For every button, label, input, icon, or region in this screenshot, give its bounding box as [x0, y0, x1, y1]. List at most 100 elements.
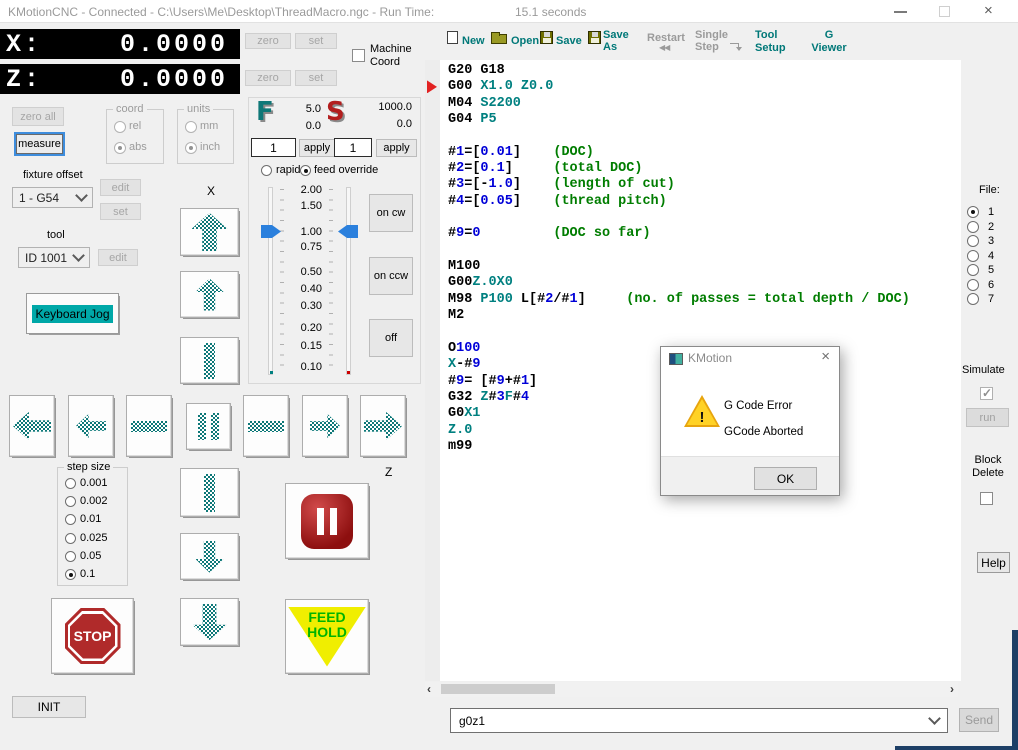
step-size-radio-01[interactable]: [65, 569, 76, 580]
jog-z-minus-fast-button[interactable]: [9, 395, 55, 457]
jog-x-minus-step-button[interactable]: [180, 468, 239, 517]
feed-slider-origin-dot: [270, 371, 273, 374]
left-arrow-icon: [76, 414, 106, 438]
jog-z-plus-button[interactable]: [302, 395, 348, 457]
set-z-button[interactable]: set: [295, 70, 337, 86]
step-size-radio-001[interactable]: [65, 514, 76, 525]
jog-z-minus-step-button[interactable]: [126, 395, 172, 457]
file-radio-3[interactable]: [967, 235, 979, 247]
step-size-radio-005[interactable]: [65, 551, 76, 562]
save-icon[interactable]: [540, 31, 553, 44]
chevron-down-icon: [75, 189, 88, 202]
dialog-close-icon[interactable]: ×: [821, 348, 830, 365]
spindle-on-ccw-button[interactable]: on ccw: [369, 257, 413, 295]
scrollbar-thumb[interactable]: [441, 684, 555, 694]
help-button[interactable]: Help: [977, 552, 1010, 573]
fixture-set-button[interactable]: set: [100, 203, 141, 220]
jog-pause-button[interactable]: [186, 403, 231, 450]
toolbar-new-button[interactable]: New: [462, 35, 485, 47]
file-option-label: 4: [988, 250, 994, 262]
pause-gcode-button[interactable]: [285, 483, 369, 559]
toolbar-single-step-button[interactable]: Single Step: [695, 29, 728, 53]
slider-scale-label: 0.30: [286, 300, 322, 312]
zero-x-button[interactable]: zero: [245, 33, 291, 49]
block-delete-checkbox[interactable]: [980, 492, 993, 505]
file-radio-6[interactable]: [967, 279, 979, 291]
jog-z-minus-button[interactable]: [68, 395, 114, 457]
scroll-right-icon[interactable]: ›: [950, 682, 954, 696]
h-scrollbar[interactable]: ‹ ›: [425, 682, 958, 697]
open-folder-icon[interactable]: [491, 34, 507, 44]
tool-combo[interactable]: ID 1001: [18, 247, 90, 268]
tool-edit-button[interactable]: edit: [98, 249, 138, 266]
minimize-icon[interactable]: [894, 11, 907, 13]
slider-scale-label: 0.15: [286, 340, 322, 352]
jog-x-plus-fast-button[interactable]: [180, 208, 239, 256]
jog-x-minus-fast-button[interactable]: [180, 598, 239, 646]
measure-button[interactable]: measure: [16, 134, 63, 154]
single-step-icon: [730, 43, 739, 50]
send-button[interactable]: Send: [959, 708, 999, 732]
set-x-button[interactable]: set: [295, 33, 337, 49]
speed-apply-button[interactable]: apply: [376, 139, 417, 157]
toolbar-g-viewer-button[interactable]: G Viewer: [808, 29, 850, 55]
toolbar-open-button[interactable]: Open: [511, 35, 539, 47]
feed-slider-track[interactable]: [268, 187, 273, 375]
jog-x-plus-step-button[interactable]: [180, 337, 239, 384]
toolbar-tool-setup-button[interactable]: Tool Setup: [755, 29, 786, 55]
step-size-radio-0002[interactable]: [65, 496, 76, 507]
toolbar-save-as-button[interactable]: Save As: [603, 29, 629, 53]
spindle-off-button[interactable]: off: [369, 319, 413, 357]
init-button[interactable]: INIT: [12, 696, 86, 718]
close-icon[interactable]: ×: [984, 2, 993, 19]
speed-slider-track[interactable]: [346, 187, 351, 375]
code-gutter: [425, 60, 440, 681]
file-radio-5[interactable]: [967, 264, 979, 276]
feed-override-radio[interactable]: [300, 165, 311, 176]
toolbar-save-button[interactable]: Save: [556, 35, 582, 47]
file-radio-7[interactable]: [967, 293, 979, 305]
step-size-option: 0.05: [80, 550, 101, 562]
coord-rel-radio[interactable]: [114, 121, 126, 133]
tool-setup-label-2: Setup: [755, 42, 786, 55]
file-option-label: 1: [988, 206, 994, 218]
zero-z-button[interactable]: zero: [245, 70, 291, 86]
run-button[interactable]: run: [966, 408, 1009, 427]
coord-abs-radio[interactable]: [114, 142, 126, 154]
file-option-label: 3: [988, 235, 994, 247]
jog-x-minus-button[interactable]: [180, 533, 239, 580]
mdi-command-combo[interactable]: g0z1: [450, 708, 948, 733]
keyboard-jog-button[interactable]: Keyboard Jog: [26, 293, 119, 334]
scroll-left-icon[interactable]: ‹: [427, 682, 431, 696]
feed-apply-button[interactable]: apply: [299, 139, 335, 157]
g-viewer-label-1: G: [808, 29, 850, 42]
zero-all-button[interactable]: zero all: [12, 107, 64, 126]
rapid-radio[interactable]: [261, 165, 272, 176]
file-radio-1[interactable]: [967, 206, 979, 218]
save-as-icon[interactable]: [588, 31, 601, 44]
kmotion-app-icon: [669, 353, 683, 365]
feed-override-input[interactable]: [251, 138, 296, 157]
fixture-offset-combo[interactable]: 1 - G54: [12, 187, 93, 208]
jog-x-plus-button[interactable]: [180, 271, 239, 318]
fixture-edit-button[interactable]: edit: [100, 179, 141, 196]
stop-button[interactable]: STOP: [51, 598, 134, 674]
simulate-checkbox[interactable]: [980, 387, 993, 400]
jog-z-plus-fast-button[interactable]: [360, 395, 406, 457]
feed-hold-button[interactable]: FEED HOLD: [285, 599, 369, 674]
speed-override-input[interactable]: [334, 138, 372, 157]
maximize-icon[interactable]: [939, 6, 950, 17]
machine-coord-checkbox[interactable]: [352, 49, 365, 62]
step-size-radio-0025[interactable]: [65, 533, 76, 544]
units-mm-radio[interactable]: [185, 121, 197, 133]
new-file-icon[interactable]: [447, 31, 458, 44]
units-inch-radio[interactable]: [185, 142, 197, 154]
spindle-on-cw-button[interactable]: on cw: [369, 194, 413, 232]
file-radio-4[interactable]: [967, 250, 979, 262]
ok-button[interactable]: OK: [754, 467, 817, 490]
speed-slider-ticks: [329, 189, 333, 375]
jog-z-plus-step-button[interactable]: [243, 395, 289, 457]
tool-setup-label-1: Tool: [755, 29, 786, 42]
file-radio-2[interactable]: [967, 221, 979, 233]
step-size-radio-0001[interactable]: [65, 478, 76, 489]
